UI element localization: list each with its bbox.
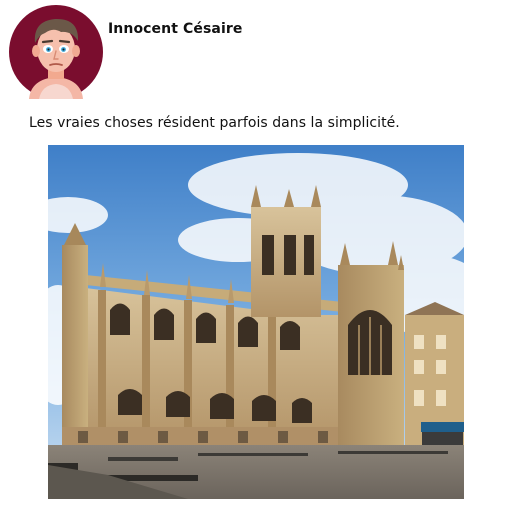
cartoon-man-avatar-icon (9, 5, 103, 99)
avatar[interactable] (9, 5, 103, 99)
post-text: Les vraies choses résident parfois dans … (29, 115, 400, 131)
gothic-abbey-photo (48, 145, 464, 499)
author-name[interactable]: Innocent Césaire (108, 21, 242, 37)
post-photo[interactable] (48, 145, 464, 499)
